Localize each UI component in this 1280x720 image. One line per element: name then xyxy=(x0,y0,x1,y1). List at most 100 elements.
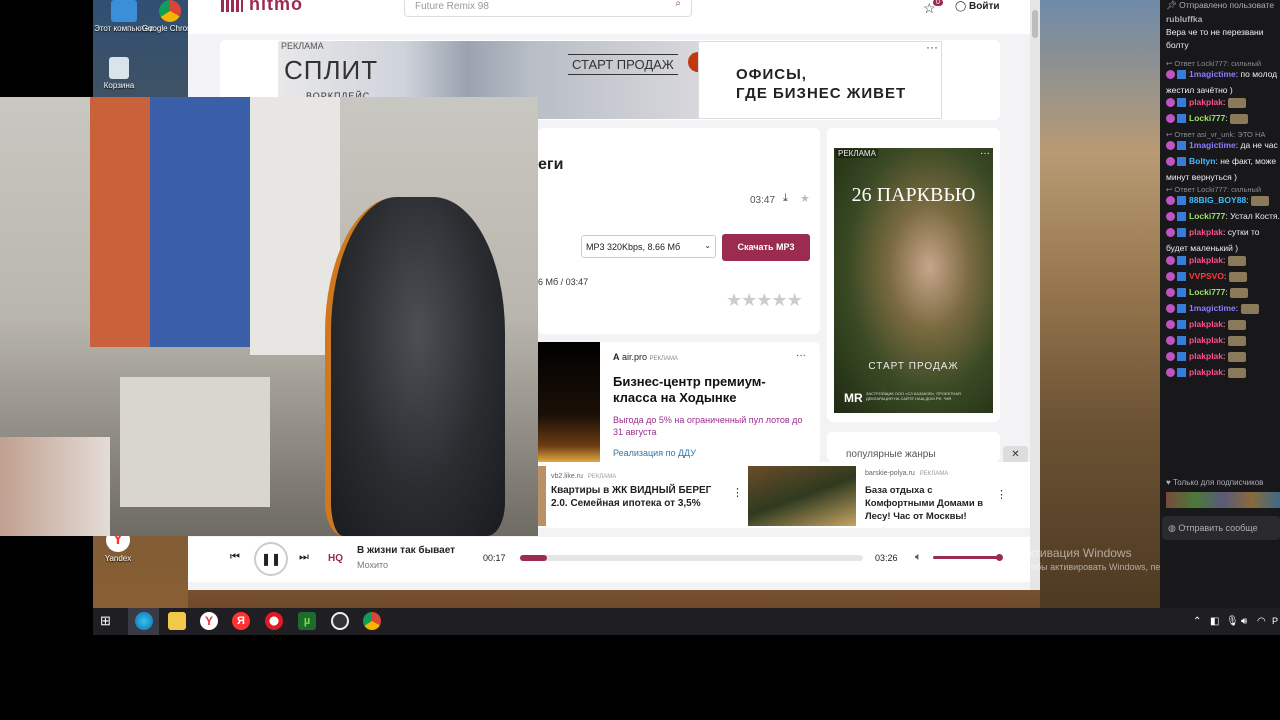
chat-username[interactable]: plakplak xyxy=(1189,227,1223,237)
yandex-browser-icon[interactable]: Y xyxy=(200,612,218,630)
rating-star-icon[interactable]: ★ xyxy=(771,290,787,310)
format-select[interactable]: MP3 320Kbps, 8.66 Мб ⌄ xyxy=(581,235,716,258)
chat-username[interactable]: 1magictime xyxy=(1189,303,1236,313)
chat-username[interactable]: Boltyn xyxy=(1189,156,1215,166)
rating-star-icon[interactable]: ★ xyxy=(787,290,803,310)
chat-username[interactable]: 1magictime xyxy=(1189,140,1236,150)
sub-badge-icon xyxy=(1166,212,1175,222)
download-mp3-button[interactable]: Скачать MP3 xyxy=(722,234,810,261)
chat-message: Locki777: xyxy=(1166,113,1280,124)
emote-icon xyxy=(1228,271,1247,282)
bottom-ad-left-image[interactable] xyxy=(538,466,546,526)
windows-start-icon[interactable]: ⊞ xyxy=(100,613,111,629)
next-track-icon[interactable]: ⏭ xyxy=(299,551,309,564)
sub-badge-icon xyxy=(1166,320,1175,330)
bc-ad-more-icon[interactable]: ··· xyxy=(796,350,806,361)
bottom-ad-right-more-icon[interactable]: ⋮ xyxy=(996,488,1007,501)
ad-more-icon[interactable]: ··· xyxy=(926,40,938,54)
file-explorer-icon[interactable] xyxy=(168,612,186,630)
bottom-ad-left-more-icon[interactable]: ⋮ xyxy=(732,486,743,499)
tray-language[interactable]: Р xyxy=(1272,616,1278,626)
rating-stars[interactable]: ★★★★★ xyxy=(726,290,803,311)
sub-badge-icon xyxy=(1166,157,1175,167)
tray-mic-icon[interactable]: 🎙︎ xyxy=(1226,616,1239,627)
close-ad-button[interactable]: ✕ xyxy=(1003,446,1028,463)
volume-icon[interactable]: 🔈︎ xyxy=(915,551,922,564)
side-ad-fineprint: ЗАСТРОЙЩИК ООО «СЗ КАЗАКОВ», ПРОЕКТНАЯ Д… xyxy=(866,391,961,401)
popular-genres-panel[interactable]: популярные жанры xyxy=(827,432,1000,462)
chat-message-text: да не час xyxy=(1240,140,1278,150)
tray-network-icon[interactable]: ◧ xyxy=(1210,616,1219,627)
search-icon[interactable]: ⌕ xyxy=(675,0,681,9)
opera-icon[interactable] xyxy=(265,612,283,630)
emote-row[interactable] xyxy=(1166,492,1280,508)
rating-star-icon[interactable]: ★ xyxy=(741,290,757,310)
chat-username[interactable]: 1magictime xyxy=(1189,69,1236,79)
desktop-icon-label: Корзина xyxy=(103,81,135,90)
recycle-bin-icon xyxy=(109,57,129,79)
bc-ad-link[interactable]: Реализация по ДДУ xyxy=(613,448,696,458)
chat-username[interactable]: 88BIG_BOY88 xyxy=(1189,195,1246,205)
desktop-icon-recycle-bin[interactable]: Корзина xyxy=(89,57,149,90)
sub-badge-icon xyxy=(1166,141,1175,151)
chat-username[interactable]: plakplak xyxy=(1189,351,1223,361)
track-duration: 03:47 xyxy=(750,195,776,206)
bottom-ad-left-title[interactable]: Квартиры в ЖК ВИДНЫЙ БЕРЕГ 2.0. Семейная… xyxy=(551,484,726,510)
sub-badge-icon xyxy=(1166,256,1175,266)
yandex-icon[interactable]: Я xyxy=(232,612,250,630)
login-button[interactable]: ◯ Войти xyxy=(955,1,1000,12)
chat-username[interactable]: Locki777 xyxy=(1189,113,1225,123)
chat-input[interactable]: ◍ Отправить сообще xyxy=(1162,516,1280,540)
download-icon[interactable]: ⤓ xyxy=(783,192,788,205)
side-ad-more-icon[interactable]: ··· xyxy=(980,148,990,159)
chat-username[interactable]: plakplak xyxy=(1189,255,1223,265)
bottom-ad-right-image[interactable] xyxy=(748,466,856,526)
volume-slider[interactable] xyxy=(933,556,1001,559)
chat-username[interactable]: VVPSVO xyxy=(1189,271,1224,281)
chat-message-continuation: минут вернуться ) xyxy=(1166,172,1280,183)
hq-toggle[interactable]: HQ xyxy=(328,553,343,564)
tray-speaker-icon[interactable]: 🔊︎ xyxy=(1241,616,1247,627)
chat-message-text: минут вернуться ) xyxy=(1166,172,1237,182)
chat-username[interactable]: plakplak xyxy=(1189,97,1223,107)
rating-star-icon[interactable]: ★ xyxy=(726,290,742,310)
favorite-star-icon[interactable]: ★ xyxy=(800,192,810,205)
sub-badge-icon xyxy=(1166,272,1175,282)
search-input[interactable]: Future Remix 98 ⌕ xyxy=(404,0,692,17)
scrollbar-thumb[interactable] xyxy=(1032,10,1038,38)
bottom-ad-right-source: barskie-polya.ru РЕКЛАМА xyxy=(865,470,948,477)
chat-username[interactable]: Locki777 xyxy=(1189,287,1225,297)
site-logo[interactable]: hitmo xyxy=(221,0,303,15)
edge-icon[interactable] xyxy=(135,612,153,630)
volume-slider-knob[interactable] xyxy=(996,554,1003,561)
song-artist[interactable]: Мохито xyxy=(357,560,388,570)
pinned-user[interactable]: rubluffka xyxy=(1166,14,1280,25)
obs-icon[interactable] xyxy=(331,612,349,630)
chrome-icon[interactable] xyxy=(363,612,381,630)
flag-stripe-blue xyxy=(150,97,260,347)
sub-badge-icon xyxy=(1166,70,1175,80)
bottom-ad-right-title[interactable]: База отдыха с Комфортными Домами в Лесу!… xyxy=(865,484,990,523)
pin-icon: 📌︎ xyxy=(1166,0,1177,10)
tray-chevron-up-icon[interactable]: ⌃ xyxy=(1193,616,1201,627)
chat-username[interactable]: plakplak xyxy=(1189,335,1223,345)
chat-message-text: сутки то xyxy=(1227,227,1260,237)
progress-bar[interactable] xyxy=(520,555,863,561)
chat-username[interactable]: plakplak xyxy=(1189,367,1223,377)
page-scrollbar[interactable] xyxy=(1030,0,1040,590)
pause-button[interactable]: ❚❚ xyxy=(254,542,288,576)
top-banner-text-panel[interactable]: ОФИСЫ, ГДЕ БИЗНЕС ЖИВЕТ xyxy=(698,41,942,119)
utorrent-icon[interactable]: µ xyxy=(298,612,316,630)
pinned-text-2: болту xyxy=(1166,40,1189,50)
ad-tag: РЕКЛАМА xyxy=(587,474,617,480)
rating-star-icon[interactable]: ★ xyxy=(756,290,772,310)
chat-username[interactable]: Locki777 xyxy=(1189,211,1225,221)
bc-ad-image[interactable] xyxy=(538,342,600,464)
chat-message-text: по молод xyxy=(1240,69,1278,79)
chat-username[interactable]: plakplak xyxy=(1189,319,1223,329)
sub-badge-icon xyxy=(1166,288,1175,298)
previous-track-icon[interactable]: ⏮ xyxy=(230,551,240,564)
tray-wifi-icon[interactable]: ◠ xyxy=(1257,616,1266,627)
emote-icon xyxy=(1230,113,1249,124)
side-ad-image[interactable]: РЕКЛАМА ··· 26 ПАРКВЬЮ СТАРТ ПРОДАЖ MR З… xyxy=(834,148,993,413)
